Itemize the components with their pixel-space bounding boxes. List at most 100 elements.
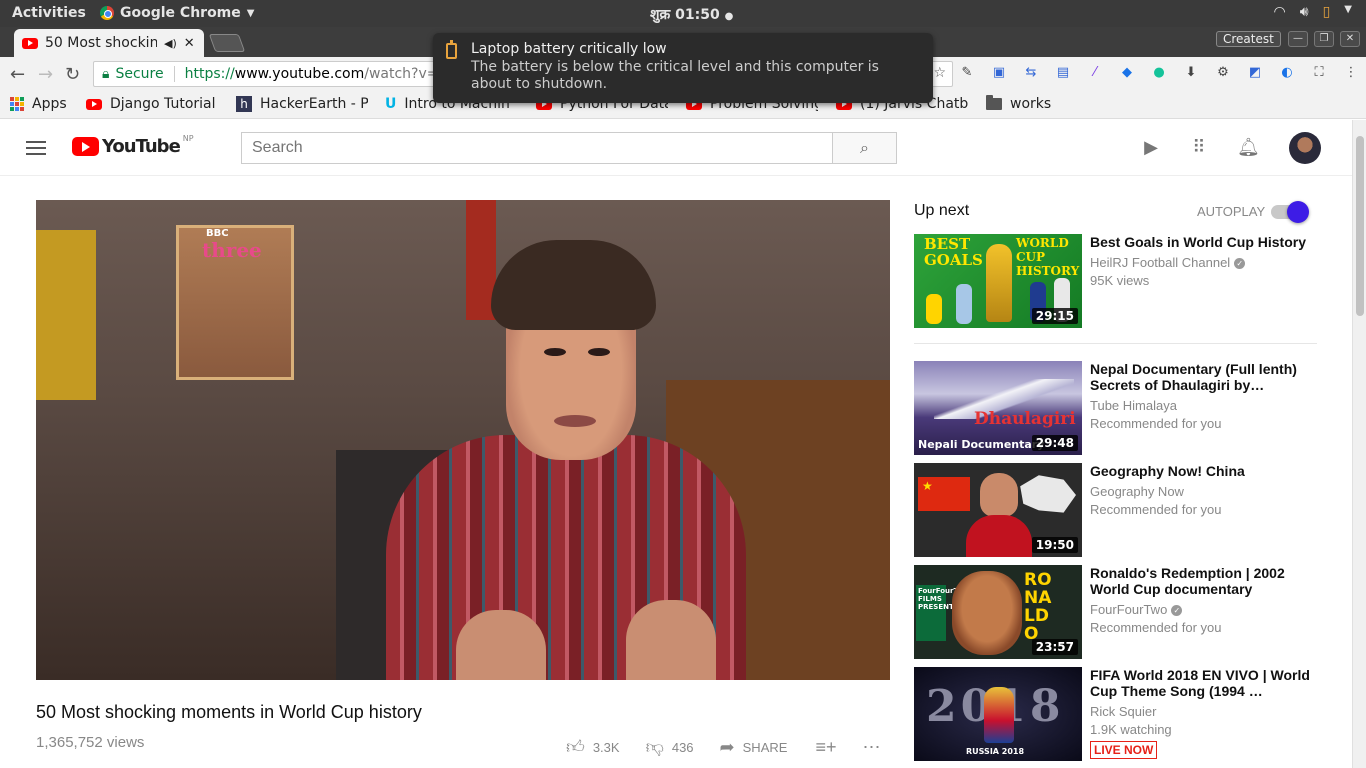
channel-name[interactable]: Geography Now — [1090, 484, 1184, 499]
extension-drop-icon[interactable]: ◐ — [1278, 64, 1296, 82]
suggested-video[interactable]: FourFourTwo FILMS PRESENTS RONALDO 23:57 … — [914, 565, 1324, 659]
eye-left — [544, 348, 566, 356]
close-window-button[interactable]: ✕ — [1340, 31, 1360, 47]
suggested-video[interactable]: 2018 RUSSIA 2018 FIFA World 2018 EN VIVO… — [914, 667, 1324, 761]
youtube-favicon-icon — [86, 98, 102, 110]
reload-icon[interactable]: ↻ — [65, 64, 80, 85]
share-arrow-icon: ➦ — [719, 736, 735, 757]
suggested-video[interactable]: BEST GOALS WORLD CUP HISTORY 29:15 Best … — [914, 234, 1324, 328]
menu-kebab-icon[interactable]: ⋮ — [1342, 64, 1360, 82]
browser-tab[interactable]: 50 Most shocking ◀) ✕ — [14, 29, 204, 57]
like-count: 3.3K — [592, 739, 620, 755]
gear-icon[interactable]: ⚙ — [1214, 64, 1232, 82]
speaker-icon[interactable]: ◀) — [164, 37, 177, 50]
avatar[interactable] — [1289, 132, 1321, 164]
channel-name-text: Geography Now — [1090, 484, 1184, 499]
eyedropper-icon[interactable]: ✎ — [958, 64, 976, 82]
translate-icon[interactable]: ⇆ — [1022, 64, 1040, 82]
apps-grid-icon[interactable]: ⠿ — [1189, 138, 1209, 158]
duration-badge: 19:50 — [1031, 537, 1078, 553]
video-thumbnail[interactable]: Dhaulagiri Nepali Documentary 29:48 — [914, 361, 1082, 455]
region-code: NP — [182, 134, 194, 143]
youtube-favicon-icon — [22, 37, 38, 49]
trophy-image — [986, 244, 1012, 322]
video-thumbnail[interactable]: 2018 RUSSIA 2018 — [914, 667, 1082, 761]
video-thumbnail[interactable]: BEST GOALS WORLD CUP HISTORY 29:15 — [914, 234, 1082, 328]
duration-badge: 29:15 — [1031, 308, 1078, 324]
system-tray[interactable]: ◠ 🔊︎ ▯ ▼ — [1274, 4, 1352, 20]
channel-name[interactable]: FourFourTwo ✓ — [1090, 602, 1183, 617]
udacity-icon: U — [385, 96, 397, 112]
chevron-down-icon: ▼ — [246, 7, 255, 19]
forward-arrow-icon[interactable]: → — [38, 64, 53, 85]
channel-name-text: Tube Himalaya — [1090, 398, 1177, 413]
bookmark-label: Apps — [32, 96, 67, 112]
bookmark-apps[interactable]: Apps — [10, 96, 67, 112]
suggested-video[interactable]: Dhaulagiri Nepali Documentary 29:48 Nepa… — [914, 361, 1324, 455]
suggested-video[interactable]: ★ 19:50 Geography Now! China Geography N… — [914, 463, 1324, 557]
video-thumbnail[interactable]: ★ 19:50 — [914, 463, 1082, 557]
video-thumbnail[interactable]: FourFourTwo FILMS PRESENTS RONALDO 23:57 — [914, 565, 1082, 659]
verified-check-icon: ✓ — [1171, 605, 1183, 617]
app-menu[interactable]: Google Chrome ▼ — [100, 5, 254, 21]
lock-icon: 🔒︎ — [102, 66, 110, 82]
autoplay-toggle[interactable] — [1271, 201, 1309, 223]
profile-button[interactable]: Createst — [1216, 31, 1281, 47]
channel-name[interactable]: HeilRJ Football Channel ✓ — [1090, 255, 1246, 270]
video-meta: Recommended for you — [1090, 502, 1222, 517]
share-button[interactable]: ➦ SHARE — [720, 737, 788, 758]
bookmark-django[interactable]: Django Tutorial — [86, 96, 218, 112]
more-actions-icon[interactable]: ⋯ — [862, 737, 880, 758]
dislike-button[interactable]: 👎︎ 436 — [646, 736, 694, 758]
player-figure — [926, 294, 942, 324]
restore-button[interactable]: ❐ — [1314, 31, 1334, 47]
bookmark-label: works — [1010, 96, 1052, 112]
battery-notification[interactable]: Laptop battery critically low The batter… — [433, 33, 933, 103]
video-card-title[interactable]: Ronaldo's Redemption | 2002 World Cup do… — [1090, 565, 1310, 597]
new-tab-button[interactable] — [208, 34, 246, 52]
create-video-icon[interactable]: ▶︎ — [1141, 138, 1161, 158]
bookmark-works-folder[interactable]: works — [986, 95, 1052, 112]
video-player[interactable]: BBC three — [36, 200, 890, 680]
search-input[interactable] — [241, 132, 833, 164]
hamburger-menu-icon[interactable] — [26, 141, 46, 155]
video-card-title[interactable]: Nepal Documentary (Full lenth) Secrets o… — [1090, 361, 1310, 393]
folder-icon — [986, 95, 1002, 110]
minimize-button[interactable]: — — [1288, 31, 1308, 47]
video-actions: 👍︎ 3.3K 👎︎ 436 ➦ SHARE ≡+ ⋯ — [566, 736, 880, 758]
stamp-icon[interactable]: ▣ — [990, 64, 1008, 82]
bell-icon[interactable]: 🔔︎ — [1237, 138, 1260, 158]
channel-name[interactable]: Tube Himalaya — [1090, 398, 1177, 413]
battery-icon: ▯ — [1322, 4, 1331, 20]
add-to-playlist-icon[interactable]: ≡+ — [815, 737, 836, 758]
activities-button[interactable]: Activities — [12, 5, 86, 21]
bookmark-star-icon[interactable]: ☆ — [933, 65, 946, 81]
extension-square-icon[interactable]: ◩ — [1246, 64, 1264, 82]
channel-name[interactable]: Rick Squier — [1090, 704, 1156, 719]
search-icon: ⌕ — [860, 138, 869, 157]
screenshot-icon[interactable]: ▤ — [1054, 64, 1072, 82]
extension-purple-icon[interactable]: ⁄ — [1086, 64, 1104, 82]
app-name: Google Chrome — [120, 5, 241, 21]
video-card-title[interactable]: Geography Now! China — [1090, 463, 1310, 479]
video-title: 50 Most shocking moments in World Cup hi… — [36, 702, 422, 722]
video-card-title[interactable]: FIFA World 2018 EN VIVO | World Cup Them… — [1090, 667, 1310, 699]
clock[interactable]: शुक्र 01:50 ● — [650, 5, 733, 24]
chrome-icon — [100, 6, 114, 20]
grammarly-icon[interactable]: ● — [1150, 64, 1168, 82]
like-button[interactable]: 👍︎ 3.3K — [566, 736, 620, 758]
close-icon[interactable]: ✕ — [184, 36, 195, 51]
bookmark-hackerearth[interactable]: h HackerEarth - Pr — [236, 96, 368, 112]
youtube-logo[interactable]: YouTube NP — [72, 134, 194, 157]
toggle-knob — [1287, 201, 1309, 223]
video-card-title[interactable]: Best Goals in World Cup History — [1090, 234, 1310, 250]
scrollbar-thumb[interactable] — [1356, 136, 1364, 316]
back-arrow-icon[interactable]: ← — [10, 64, 25, 85]
page-scrollbar[interactable] — [1352, 120, 1366, 768]
extension-blue-icon[interactable]: ◆ — [1118, 64, 1136, 82]
bbc-three-logo: three — [202, 238, 262, 262]
download-icon[interactable]: ⬇ — [1182, 64, 1200, 82]
volume-icon: 🔊︎ — [1299, 4, 1309, 20]
fullscreen-icon[interactable]: ⛶ — [1310, 64, 1328, 82]
search-button[interactable]: ⌕ — [832, 132, 897, 164]
